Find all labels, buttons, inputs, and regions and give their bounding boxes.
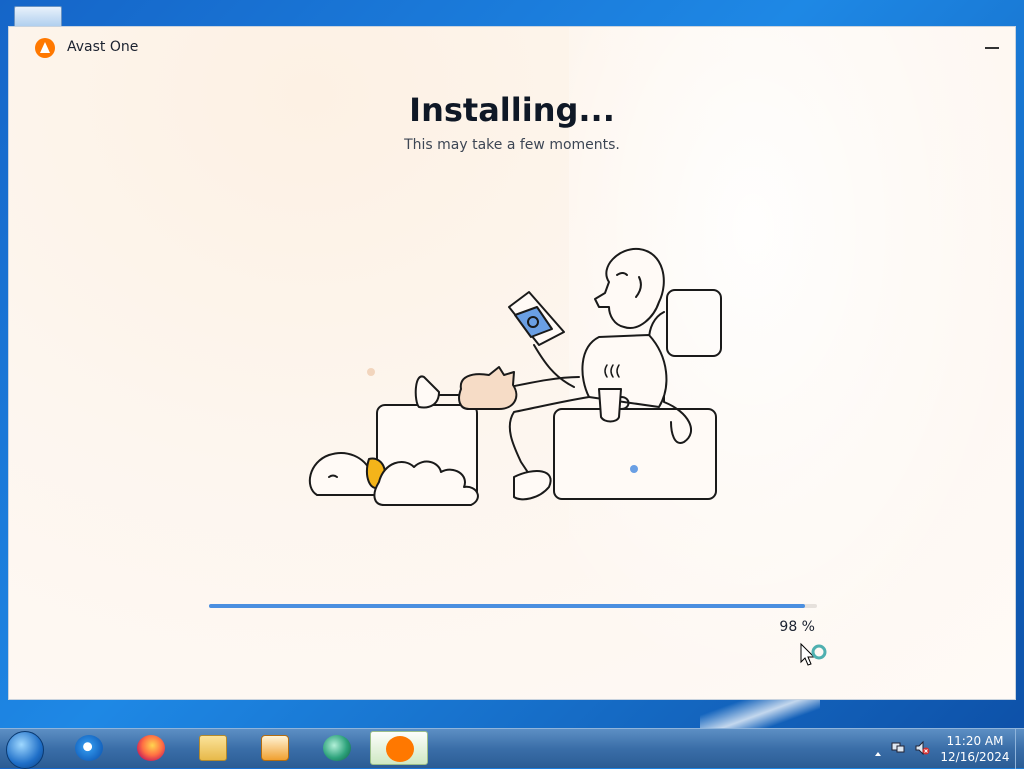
- title-bar: Avast One: [9, 27, 1015, 69]
- minimize-button[interactable]: [981, 33, 1003, 59]
- volume-muted-icon[interactable]: [914, 740, 930, 756]
- progress-percent-label: 98 %: [779, 619, 815, 635]
- start-button[interactable]: [6, 731, 44, 769]
- media-player-icon: [261, 735, 289, 761]
- install-progress-bar: [209, 604, 817, 608]
- tray-expand-icon[interactable]: [874, 743, 882, 756]
- firefox-icon: [137, 735, 165, 761]
- taskbar: 11:20 AM 12/16/2024: [0, 728, 1024, 769]
- installer-window: Avast One Installing... This may take a …: [8, 26, 1016, 700]
- install-progress-fill: [209, 604, 805, 608]
- clock-date: 12/16/2024: [940, 750, 1010, 764]
- show-desktop-button[interactable]: [1015, 729, 1024, 769]
- taskbar-media-button[interactable]: [248, 731, 302, 765]
- system-clock[interactable]: 11:20 AM 12/16/2024: [936, 733, 1014, 765]
- network-icon[interactable]: [890, 740, 906, 756]
- taskbar-explorer-button[interactable]: [186, 731, 240, 765]
- page-title: Installing...: [409, 91, 615, 129]
- taskbar-firefox-button[interactable]: [124, 731, 178, 765]
- avast-logo-icon: [35, 38, 55, 58]
- ie-icon: [75, 735, 103, 761]
- app-icon: [323, 735, 351, 761]
- clock-time: 11:20 AM: [946, 734, 1004, 748]
- folder-icon: [199, 735, 227, 761]
- avast-icon: [386, 736, 414, 762]
- busy-cursor-icon: [800, 642, 827, 666]
- taskbar-app-button[interactable]: [310, 731, 364, 765]
- app-title: Avast One: [67, 39, 139, 55]
- taskbar-ie-button[interactable]: [62, 731, 116, 765]
- taskbar-avast-button[interactable]: [370, 731, 428, 765]
- page-subtitle: This may take a few moments.: [404, 137, 620, 153]
- relaxing-person-illustration: [308, 247, 722, 506]
